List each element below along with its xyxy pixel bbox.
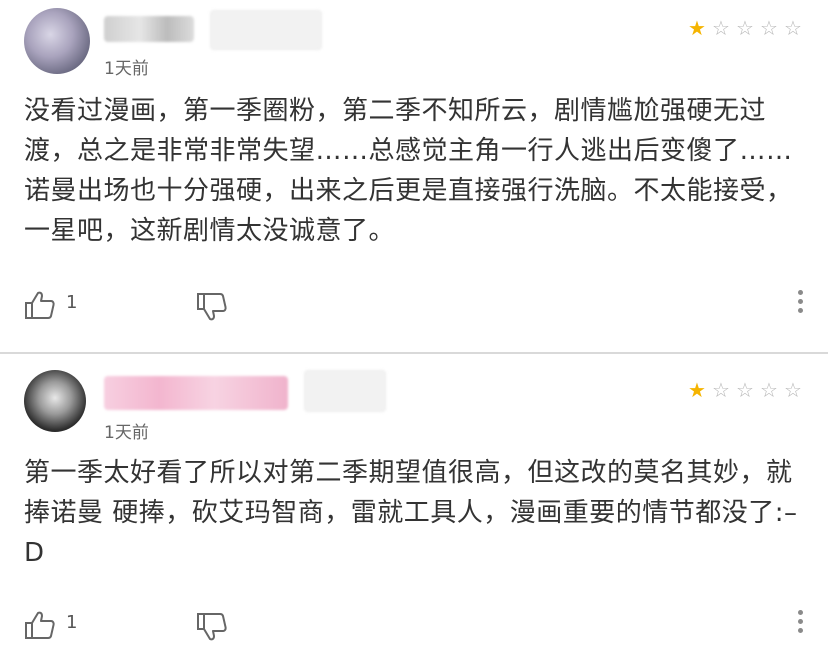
thumbs-up-icon[interactable] (24, 610, 56, 640)
review-time: 1天前 (104, 423, 149, 443)
like-count: 1 (66, 612, 78, 633)
review-content: 没看过漫画，第一季圈粉，第二季不知所云，剧情尴尬强硬无过渡，总之是非常非常失望…… (24, 96, 793, 246)
divider (0, 352, 828, 354)
username-blurred[interactable] (104, 16, 194, 42)
rating-stars: ★ ☆ ☆ ☆ ☆ (686, 380, 804, 400)
star-empty-icon: ☆ (784, 16, 802, 40)
review-time: 1天前 (104, 59, 149, 79)
more-vertical-icon[interactable] (796, 290, 804, 320)
star-empty-icon: ☆ (760, 378, 778, 402)
star-empty-icon: ☆ (712, 16, 730, 40)
review-actions: 1 (24, 604, 804, 644)
user-badge-blurred (304, 370, 386, 412)
rating-stars: ★ ☆ ☆ ☆ ☆ (686, 18, 804, 38)
avatar[interactable] (24, 8, 90, 74)
star-empty-icon: ☆ (712, 378, 730, 402)
star-empty-icon: ☆ (736, 16, 754, 40)
more-vertical-icon[interactable] (796, 610, 804, 640)
review-card: 1天前 ★ ☆ ☆ ☆ ☆ 没看过漫画，第一季圈粉，第二季不知所云，剧情尴尬强硬… (0, 0, 828, 354)
review-content: 第一季太好看了所以对第二季期望值很高，但这改的莫名其妙，就捧诺曼 硬捧，砍艾玛智… (24, 458, 798, 568)
username-blurred[interactable] (104, 376, 288, 410)
review-actions: 1 (24, 284, 804, 324)
star-filled-icon: ★ (688, 378, 706, 402)
star-empty-icon: ☆ (784, 378, 802, 402)
thumbs-down-icon[interactable] (196, 292, 228, 322)
user-badge-blurred (210, 10, 322, 50)
thumbs-down-icon[interactable] (196, 612, 228, 642)
review-card: 1天前 ★ ☆ ☆ ☆ ☆ 第一季太好看了所以对第二季期望值很高，但这改的莫名其… (0, 356, 828, 656)
star-filled-icon: ★ (688, 16, 706, 40)
thumbs-up-icon[interactable] (24, 290, 56, 320)
like-count: 1 (66, 292, 78, 313)
avatar[interactable] (24, 370, 86, 432)
star-empty-icon: ☆ (736, 378, 754, 402)
star-empty-icon: ☆ (760, 16, 778, 40)
